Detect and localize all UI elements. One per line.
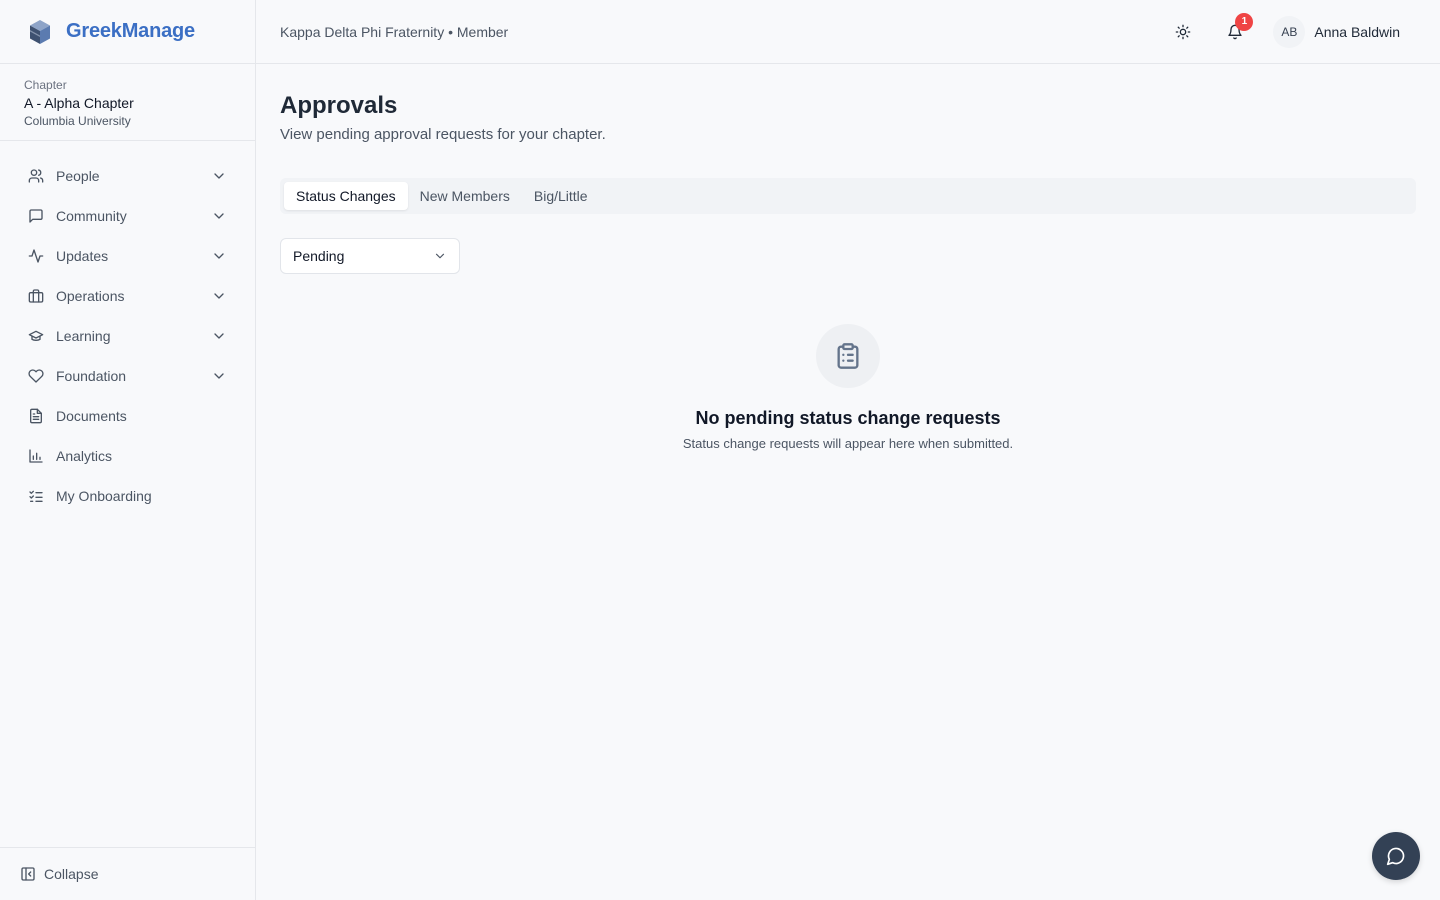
sidebar-item-label: Analytics [56, 448, 113, 464]
collapse-sidebar-button[interactable]: Collapse [0, 847, 255, 900]
panel-left-close-icon [21, 867, 35, 881]
activity-icon [28, 248, 44, 264]
top-bar: Kappa Delta Phi Fraternity • Member 1 AB… [256, 0, 1440, 64]
chevron-down-icon [211, 208, 227, 224]
sidebar-item-label: My Onboarding [56, 488, 152, 504]
sidebar-nav: People Community Updates Operations Lear… [0, 141, 255, 516]
user-name: Anna Baldwin [1314, 23, 1400, 40]
cube-logo-icon [30, 19, 50, 44]
sidebar: GreekManage Chapter A - Alpha Chapter Co… [0, 0, 256, 900]
status-filter-value: Pending [293, 248, 345, 264]
sidebar-item-label: Community [56, 208, 127, 224]
organization-label: Kappa Delta Phi Fraternity • Member [280, 23, 509, 40]
main-content: Approvals View pending approval requests… [280, 64, 1416, 451]
sidebar-item-label: Foundation [56, 368, 127, 384]
theme-toggle-button[interactable] [1163, 12, 1203, 52]
notification-count-badge: 1 [1235, 12, 1254, 31]
avatar: AB [1273, 15, 1306, 48]
page-title: Approvals [280, 92, 398, 119]
page-subtitle: View pending approval requests for your … [280, 126, 606, 143]
sidebar-item-analytics[interactable]: Analytics [0, 436, 255, 476]
collapse-label: Collapse [44, 866, 99, 882]
sidebar-item-label: Learning [56, 328, 111, 344]
message-square-icon [28, 208, 44, 224]
sidebar-item-label: Updates [56, 248, 109, 264]
tab-new-members[interactable]: New Members [408, 182, 522, 210]
notifications-button[interactable]: 1 [1215, 12, 1255, 52]
status-filter-select[interactable]: Pending [280, 238, 460, 274]
chapter-university: Columbia University [24, 114, 131, 128]
tab-big-little[interactable]: Big/Little [522, 182, 600, 210]
sidebar-item-documents[interactable]: Documents [0, 396, 255, 436]
sidebar-item-label: Documents [56, 408, 127, 424]
chevron-down-icon [435, 253, 445, 259]
users-icon [28, 168, 44, 184]
bar-chart-icon [28, 448, 44, 464]
empty-state-icon-wrapper [816, 324, 880, 388]
sidebar-item-learning[interactable]: Learning [0, 316, 255, 356]
tab-status-changes[interactable]: Status Changes [284, 182, 408, 210]
chevron-down-icon [211, 328, 227, 344]
sidebar-item-people[interactable]: People [0, 156, 255, 196]
sidebar-item-foundation[interactable]: Foundation [0, 356, 255, 396]
brand-name: GreekManage [66, 20, 195, 42]
sidebar-item-label: Operations [56, 288, 125, 304]
sun-icon [1176, 24, 1191, 39]
chapter-name: A - Alpha Chapter [24, 95, 134, 111]
chevron-down-icon [211, 248, 227, 264]
chapter-label: Chapter [24, 78, 67, 92]
message-circle-icon [1386, 847, 1405, 866]
clipboard-list-icon [837, 343, 859, 369]
chevron-down-icon [211, 288, 227, 304]
brand[interactable]: GreekManage [0, 0, 255, 64]
chapter-switcher[interactable]: Chapter A - Alpha Chapter Columbia Unive… [0, 64, 255, 141]
chevron-down-icon [211, 368, 227, 384]
empty-state: No pending status change requests Status… [280, 324, 1416, 453]
user-menu[interactable]: AB Anna Baldwin [1273, 15, 1400, 48]
sidebar-item-community[interactable]: Community [0, 196, 255, 236]
sidebar-item-operations[interactable]: Operations [0, 276, 255, 316]
sidebar-item-my-onboarding[interactable]: My Onboarding [0, 476, 255, 516]
empty-state-title: No pending status change requests [695, 408, 1001, 428]
heart-icon [28, 368, 44, 384]
sidebar-item-updates[interactable]: Updates [0, 236, 255, 276]
file-text-icon [28, 408, 44, 424]
chevron-down-icon [211, 168, 227, 184]
list-checks-icon [28, 488, 44, 504]
briefcase-icon [28, 288, 44, 304]
empty-state-subtitle: Status change requests will appear here … [682, 436, 1014, 451]
graduation-cap-icon [28, 328, 44, 344]
sidebar-item-label: People [56, 168, 100, 184]
chat-button[interactable] [1372, 832, 1420, 880]
approval-tabs: Status Changes New Members Big/Little [280, 178, 1416, 214]
